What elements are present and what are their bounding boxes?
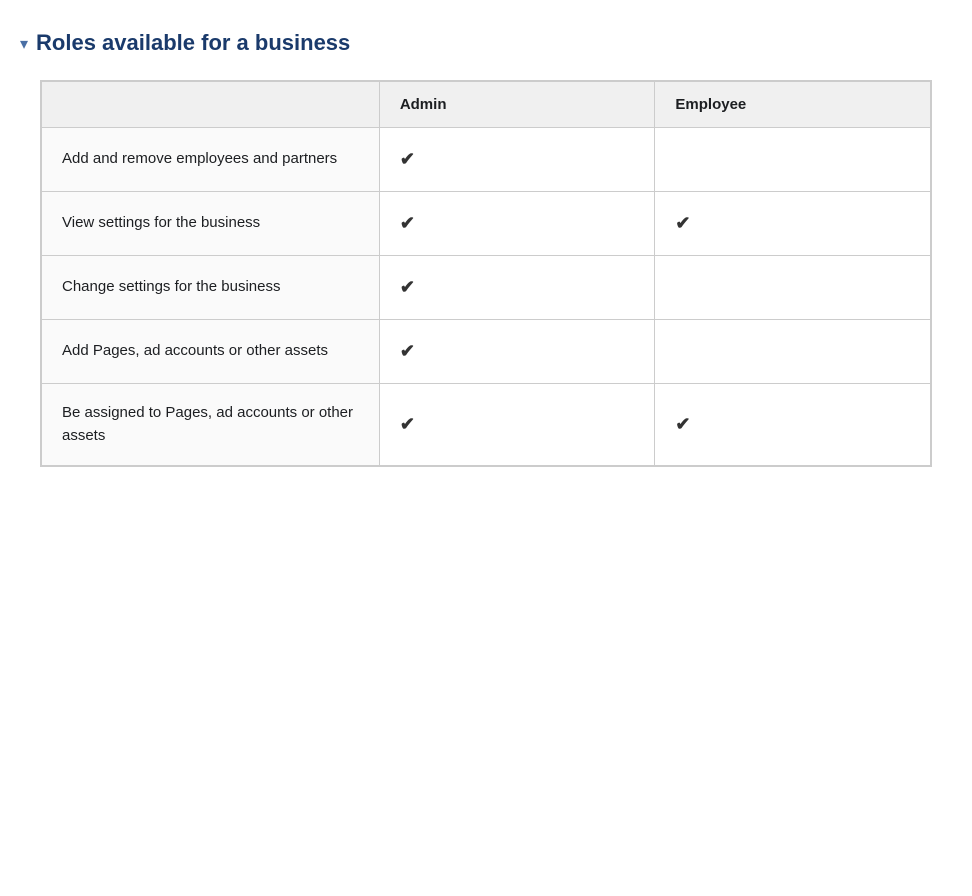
admin-cell: ✔ bbox=[379, 320, 655, 384]
table-row: Add Pages, ad accounts or other assets ✔ bbox=[42, 320, 931, 384]
table-row: Change settings for the business ✔ bbox=[42, 256, 931, 320]
table-body: Add and remove employees and partners✔Vi… bbox=[42, 128, 931, 466]
roles-table: Admin Employee Add and remove employees … bbox=[41, 81, 931, 466]
admin-cell: ✔ bbox=[379, 384, 655, 466]
table-row: Be assigned to Pages, ad accounts or oth… bbox=[42, 384, 931, 466]
check-icon: ✔ bbox=[675, 414, 690, 434]
section-title: Roles available for a business bbox=[36, 30, 350, 56]
admin-cell: ✔ bbox=[379, 192, 655, 256]
employee-cell: ✔ bbox=[655, 384, 931, 466]
check-icon: ✔ bbox=[400, 149, 415, 169]
col-header-permission bbox=[42, 82, 380, 128]
employee-cell bbox=[655, 256, 931, 320]
section-header: ▾ Roles available for a business bbox=[20, 30, 952, 56]
check-icon: ✔ bbox=[400, 277, 415, 297]
table-row: View settings for the business ✔ ✔ bbox=[42, 192, 931, 256]
col-header-admin: Admin bbox=[379, 82, 655, 128]
employee-cell bbox=[655, 320, 931, 384]
roles-table-wrapper: Admin Employee Add and remove employees … bbox=[40, 80, 932, 467]
admin-cell: ✔ bbox=[379, 128, 655, 192]
employee-cell: ✔ bbox=[655, 192, 931, 256]
permission-cell: View settings for the business bbox=[42, 192, 380, 256]
permission-cell: Change settings for the business bbox=[42, 256, 380, 320]
permission-cell: Add Pages, ad accounts or other assets bbox=[42, 320, 380, 384]
table-row: Add and remove employees and partners ✔ bbox=[42, 128, 931, 192]
check-icon: ✔ bbox=[400, 341, 415, 361]
permission-cell: Be assigned to Pages, ad accounts or oth… bbox=[42, 384, 380, 466]
employee-cell bbox=[655, 128, 931, 192]
chevron-icon[interactable]: ▾ bbox=[20, 34, 28, 54]
check-icon: ✔ bbox=[400, 213, 415, 233]
table-header: Admin Employee bbox=[42, 82, 931, 128]
header-row: Admin Employee bbox=[42, 82, 931, 128]
permission-cell: Add and remove employees and partners bbox=[42, 128, 380, 192]
check-icon: ✔ bbox=[400, 414, 415, 434]
check-icon: ✔ bbox=[675, 213, 690, 233]
admin-cell: ✔ bbox=[379, 256, 655, 320]
col-header-employee: Employee bbox=[655, 82, 931, 128]
